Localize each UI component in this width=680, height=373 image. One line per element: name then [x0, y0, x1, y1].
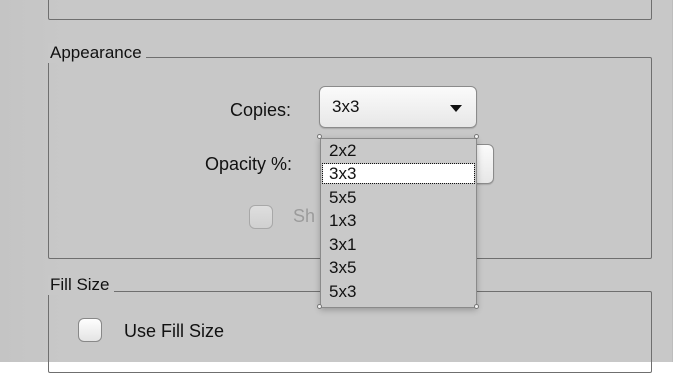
copies-dropdown-menu: 2x2 3x3 5x5 1x3 3x1 3x5 5x3 — [320, 138, 477, 308]
menu-item-5x5[interactable]: 5x5 — [329, 188, 356, 207]
use-fill-size-checkbox[interactable] — [78, 318, 102, 342]
settings-panel: Appearance Copies: 3x3 Opacity %: Sh Fil… — [0, 0, 673, 373]
menu-item-2x2[interactable]: 2x2 — [329, 141, 356, 160]
menu-item-3x5[interactable]: 3x5 — [329, 258, 356, 277]
menu-corner-handle — [317, 304, 322, 309]
copies-label: Copies: — [230, 100, 292, 120]
menu-item-3x1[interactable]: 3x1 — [329, 235, 356, 254]
appearance-title: Appearance — [48, 43, 146, 63]
previous-groupbox — [48, 0, 652, 20]
fill-size-title: Fill Size — [48, 275, 114, 295]
show-checkbox[interactable] — [249, 205, 273, 229]
copies-popup-button[interactable]: 3x3 — [319, 86, 477, 128]
show-label: Sh — [293, 206, 316, 226]
opacity-label: Opacity %: — [205, 154, 293, 174]
menu-item-3x3[interactable]: 3x3 — [322, 163, 475, 184]
menu-item-1x3[interactable]: 1x3 — [329, 211, 356, 230]
menu-corner-handle — [474, 134, 479, 139]
copies-selected-value: 3x3 — [332, 97, 360, 116]
dropdown-arrow-icon — [450, 105, 462, 112]
menu-corner-handle — [474, 304, 479, 309]
use-fill-size-label: Use Fill Size — [124, 321, 225, 341]
menu-corner-handle — [317, 134, 322, 139]
menu-item-5x3[interactable]: 5x3 — [329, 282, 356, 301]
